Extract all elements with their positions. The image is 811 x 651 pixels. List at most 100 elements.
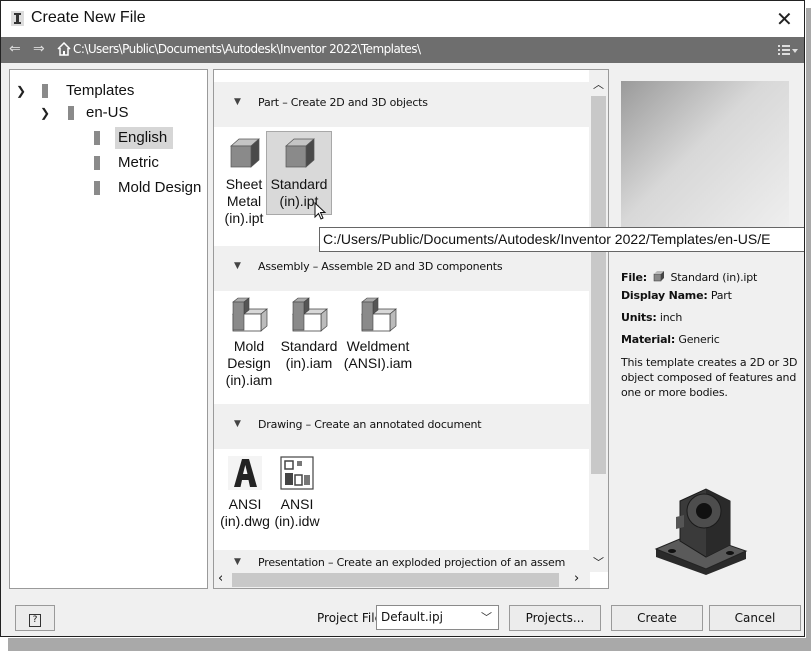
detail-value: Standard (in).ipt bbox=[670, 271, 758, 284]
folder-icon bbox=[68, 106, 74, 120]
template-name-line: (in).iam bbox=[285, 355, 333, 371]
template-sheet-metal-in-ipt[interactable]: Sheet Metal (in).ipt bbox=[217, 136, 271, 227]
mouse-cursor-icon bbox=[314, 202, 327, 220]
projects-button[interactable]: Projects... bbox=[509, 605, 601, 631]
folder-icon bbox=[94, 131, 100, 145]
back-arrow-icon[interactable]: ⇐ bbox=[9, 41, 21, 57]
part-block-icon bbox=[285, 138, 315, 168]
tree-label: Templates bbox=[66, 82, 135, 99]
idw-icon bbox=[280, 456, 314, 490]
dwg-icon bbox=[228, 456, 262, 490]
category-label: Assembly – Assemble 2D and 3D components bbox=[258, 260, 503, 273]
collapse-triangle-icon[interactable]: ▼ bbox=[234, 419, 241, 429]
template-name-line: ANSI bbox=[228, 496, 262, 512]
folder-icon bbox=[94, 181, 100, 195]
detail-label: Display Name: bbox=[621, 289, 708, 302]
create-new-file-dialog: Create New File ✕ ⇐ ⇒ C:\Users\Public\Do… bbox=[0, 0, 805, 637]
template-name-line: (in).idw bbox=[274, 513, 320, 529]
scroll-up-arrow-icon[interactable]: ︿ bbox=[593, 76, 604, 92]
create-button[interactable]: Create bbox=[611, 605, 703, 631]
detail-material: Material: Generic bbox=[621, 331, 801, 349]
category-label: Part – Create 2D and 3D objects bbox=[258, 96, 428, 109]
category-header-part[interactable]: ▼ Part – Create 2D and 3D objects bbox=[214, 82, 592, 127]
detail-units: Units: inch bbox=[621, 309, 801, 327]
vertical-scroll-thumb[interactable] bbox=[591, 96, 606, 474]
template-ansi-in-dwg[interactable]: ANSI (in).dwg bbox=[218, 456, 272, 530]
view-options-icon[interactable] bbox=[778, 44, 798, 56]
category-label: Drawing – Create an annotated document bbox=[258, 418, 482, 431]
close-icon[interactable]: ✕ bbox=[776, 7, 793, 31]
vertical-scrollbar[interactable]: ︿ ﹀ bbox=[589, 70, 608, 572]
dialog-footer: ? Project File: Default.ipj ﹀ Projects..… bbox=[1, 599, 804, 636]
tree-label: Metric bbox=[118, 154, 159, 171]
detail-value: inch bbox=[659, 311, 683, 324]
tree-label: en-US bbox=[86, 104, 129, 121]
folder-icon bbox=[94, 156, 100, 170]
category-label: Presentation – Create an exploded projec… bbox=[258, 556, 566, 569]
detail-label: Units: bbox=[621, 311, 657, 324]
scroll-down-arrow-icon[interactable]: ﹀ bbox=[593, 554, 604, 570]
template-name-line: Weldment bbox=[346, 338, 410, 354]
window-shadow-right bbox=[806, 8, 811, 640]
part-thumbnail-image bbox=[654, 488, 748, 575]
template-name-line: Design bbox=[227, 355, 271, 371]
part-block-icon bbox=[230, 138, 260, 168]
detail-value: Generic bbox=[678, 333, 720, 346]
category-header-drawing[interactable]: ▼ Drawing – Create an annotated document bbox=[214, 404, 592, 449]
template-name-line: Standard bbox=[280, 338, 338, 354]
assembly-icon bbox=[232, 297, 268, 332]
title-bar: Create New File ✕ bbox=[1, 1, 804, 37]
template-name-line: (ANSI).iam bbox=[343, 355, 413, 371]
folder-tree: ❯ Templates ❯ en-US English Metric Mold … bbox=[9, 69, 208, 589]
category-header-assembly[interactable]: ▼ Assembly – Assemble 2D and 3D componen… bbox=[214, 246, 592, 291]
chevron-down-icon[interactable]: ❯ bbox=[40, 102, 50, 124]
template-details: File: Standard (in).ipt Display Name: Pa… bbox=[621, 269, 801, 400]
template-name-line: Sheet bbox=[225, 176, 263, 192]
horizontal-scrollbar[interactable]: ‹ › bbox=[214, 571, 590, 588]
path-bar: ⇐ ⇒ C:\Users\Public\Documents\Autodesk\I… bbox=[1, 37, 804, 63]
current-path[interactable]: C:\Users\Public\Documents\Autodesk\Inven… bbox=[73, 42, 421, 56]
project-file-select[interactable]: Default.ipj ﹀ bbox=[376, 605, 499, 630]
template-list: ▼ Part – Create 2D and 3D objects Sheet … bbox=[213, 69, 609, 589]
detail-display-name: Display Name: Part bbox=[621, 287, 801, 305]
template-mold-design-in-iam[interactable]: Mold Design (in).iam bbox=[219, 296, 279, 389]
inventor-app-icon bbox=[11, 11, 24, 26]
category-header-presentation[interactable]: ▼ Presentation – Create an exploded proj… bbox=[214, 550, 592, 571]
home-icon[interactable] bbox=[57, 42, 71, 56]
window-shadow-bottom bbox=[8, 638, 811, 651]
template-name-line: Mold bbox=[233, 338, 265, 354]
part-block-icon bbox=[653, 271, 665, 282]
assembly-icon bbox=[292, 297, 328, 332]
template-name-line: Metal bbox=[226, 193, 262, 209]
collapse-triangle-icon[interactable]: ▼ bbox=[234, 557, 241, 567]
project-file-value: Default.ipj bbox=[381, 610, 443, 624]
assembly-icon bbox=[361, 297, 397, 332]
help-icon: ? bbox=[29, 614, 41, 627]
path-tooltip: C:/Users/Public/Documents/Autodesk/Inven… bbox=[319, 227, 804, 252]
detail-label: Material: bbox=[621, 333, 676, 346]
collapse-triangle-icon[interactable]: ▼ bbox=[234, 261, 241, 271]
window-title: Create New File bbox=[31, 9, 146, 26]
tree-label: Mold Design bbox=[118, 179, 202, 196]
chevron-down-icon[interactable]: ❯ bbox=[16, 80, 26, 102]
template-ansi-in-idw[interactable]: ANSI (in).idw bbox=[270, 456, 324, 530]
tree-label: English bbox=[115, 127, 174, 149]
detail-file: File: Standard (in).ipt bbox=[621, 269, 801, 287]
horizontal-scroll-thumb[interactable] bbox=[232, 573, 559, 587]
scroll-right-arrow-icon[interactable]: › bbox=[574, 571, 579, 586]
help-button[interactable]: ? bbox=[15, 605, 55, 631]
template-weldment-ansi-iam[interactable]: Weldment (ANSI).iam bbox=[340, 296, 416, 372]
detail-value: Part bbox=[710, 289, 732, 302]
template-name-line: Standard bbox=[270, 176, 328, 192]
folder-icon bbox=[42, 84, 48, 98]
template-preview-image bbox=[621, 81, 789, 233]
template-description: This template creates a 2D or 3D object … bbox=[621, 356, 798, 399]
template-standard-in-iam[interactable]: Standard (in).iam bbox=[277, 296, 341, 372]
cancel-button[interactable]: Cancel bbox=[709, 605, 801, 631]
template-name-line: (in).ipt bbox=[224, 210, 264, 226]
forward-arrow-icon[interactable]: ⇒ bbox=[33, 41, 45, 57]
detail-label: File: bbox=[621, 271, 647, 284]
scroll-left-arrow-icon[interactable]: ‹ bbox=[218, 571, 223, 586]
template-name-line: (in).iam bbox=[225, 372, 273, 388]
collapse-triangle-icon[interactable]: ▼ bbox=[234, 97, 241, 107]
